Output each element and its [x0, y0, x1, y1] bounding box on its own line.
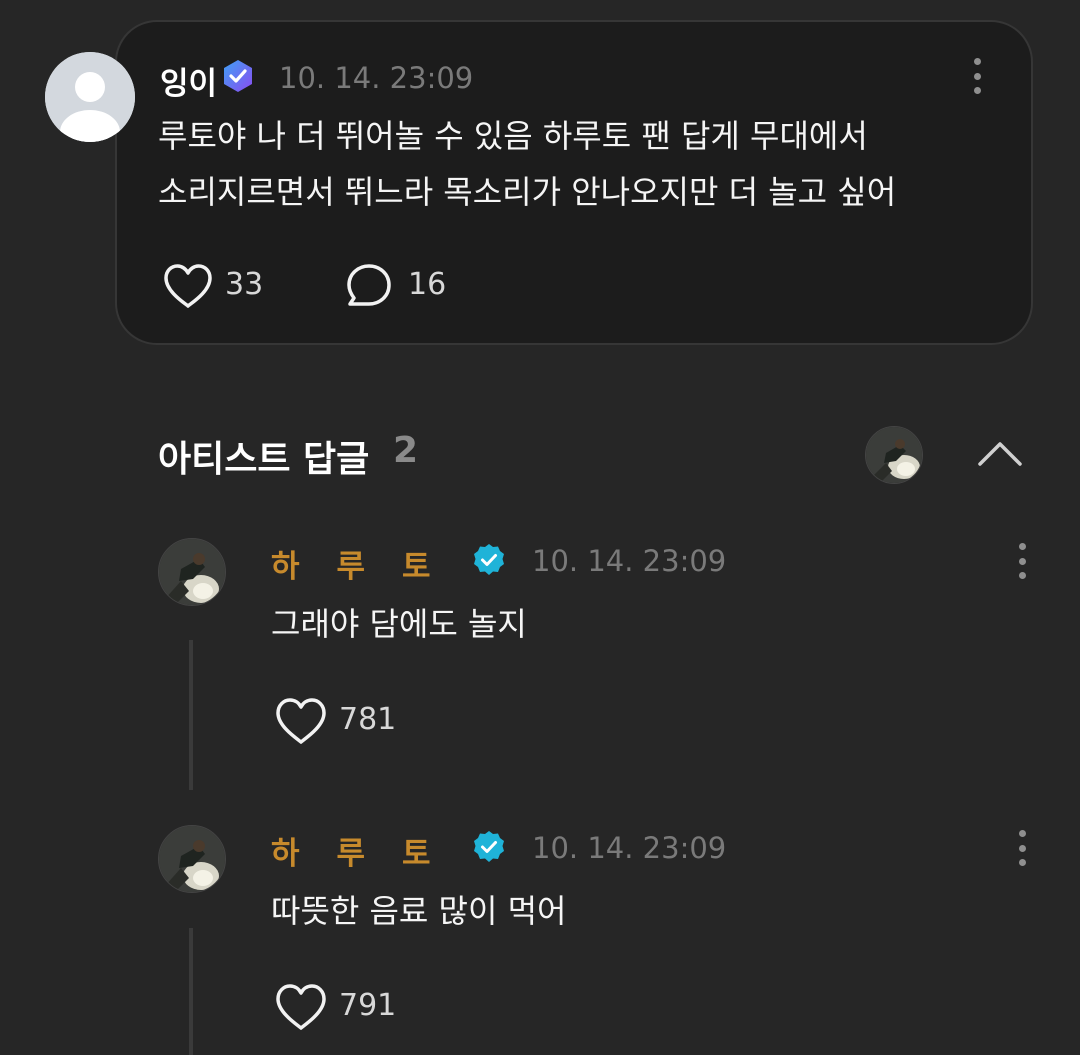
- post-author-name[interactable]: 잉이: [160, 58, 217, 103]
- reply-body: 따뜻한 음료 많이 먹어: [271, 892, 567, 930]
- thread-line: [189, 928, 193, 1055]
- reply-like-count: 791: [339, 988, 397, 1023]
- chevron-up-icon[interactable]: [975, 434, 1025, 470]
- default-avatar-icon[interactable]: [45, 52, 135, 142]
- post-body: 루토야 나 더 뛰어놀 수 있음 하루토 팬 답게 무대에서 소리지르면서 뛰느…: [158, 108, 998, 220]
- artist-replies-title: 아티스트 답글: [158, 439, 370, 480]
- post-body-line-1: 루토야 나 더 뛰어놀 수 있음 하루토 팬 답게 무대에서: [158, 117, 868, 155]
- heart-icon[interactable]: [274, 696, 328, 746]
- comment-thread-screen: 잉이 10. 14. 23:09 루토야 나 더 뛰어놀 수 있음 하루토 팬 …: [0, 0, 1080, 1055]
- reply-like-count: 781: [339, 702, 397, 737]
- reply-author-name[interactable]: 하루토: [271, 541, 468, 586]
- reply-author-name[interactable]: 하루토: [271, 828, 468, 873]
- thread-line: [189, 640, 193, 790]
- more-vert-icon[interactable]: [1016, 543, 1028, 579]
- reply-author-avatar[interactable]: [158, 825, 226, 893]
- comment-bubble-icon[interactable]: [345, 262, 393, 310]
- post-comment-count: 16: [408, 267, 447, 302]
- artist-avatar[interactable]: [865, 426, 923, 484]
- verified-badge-icon: [472, 543, 506, 577]
- heart-icon[interactable]: [274, 982, 328, 1032]
- heart-icon[interactable]: [162, 262, 214, 310]
- verified-badge-icon: [220, 58, 256, 94]
- verified-badge-icon: [472, 830, 506, 864]
- post-timestamp: 10. 14. 23:09: [279, 61, 474, 95]
- post-body-line-2: 소리지르면서 뛰느라 목소리가 안나오지만 더 놀고 싶어: [158, 173, 897, 211]
- more-vert-icon[interactable]: [971, 58, 983, 94]
- reply-body: 그래야 담에도 놀지: [271, 605, 527, 643]
- more-vert-icon[interactable]: [1016, 830, 1028, 866]
- reply-timestamp: 10. 14. 23:09: [532, 544, 727, 578]
- reply-author-avatar[interactable]: [158, 538, 226, 606]
- post-like-count: 33: [225, 267, 264, 302]
- artist-replies-count: 2: [393, 430, 419, 471]
- reply-timestamp: 10. 14. 23:09: [532, 831, 727, 865]
